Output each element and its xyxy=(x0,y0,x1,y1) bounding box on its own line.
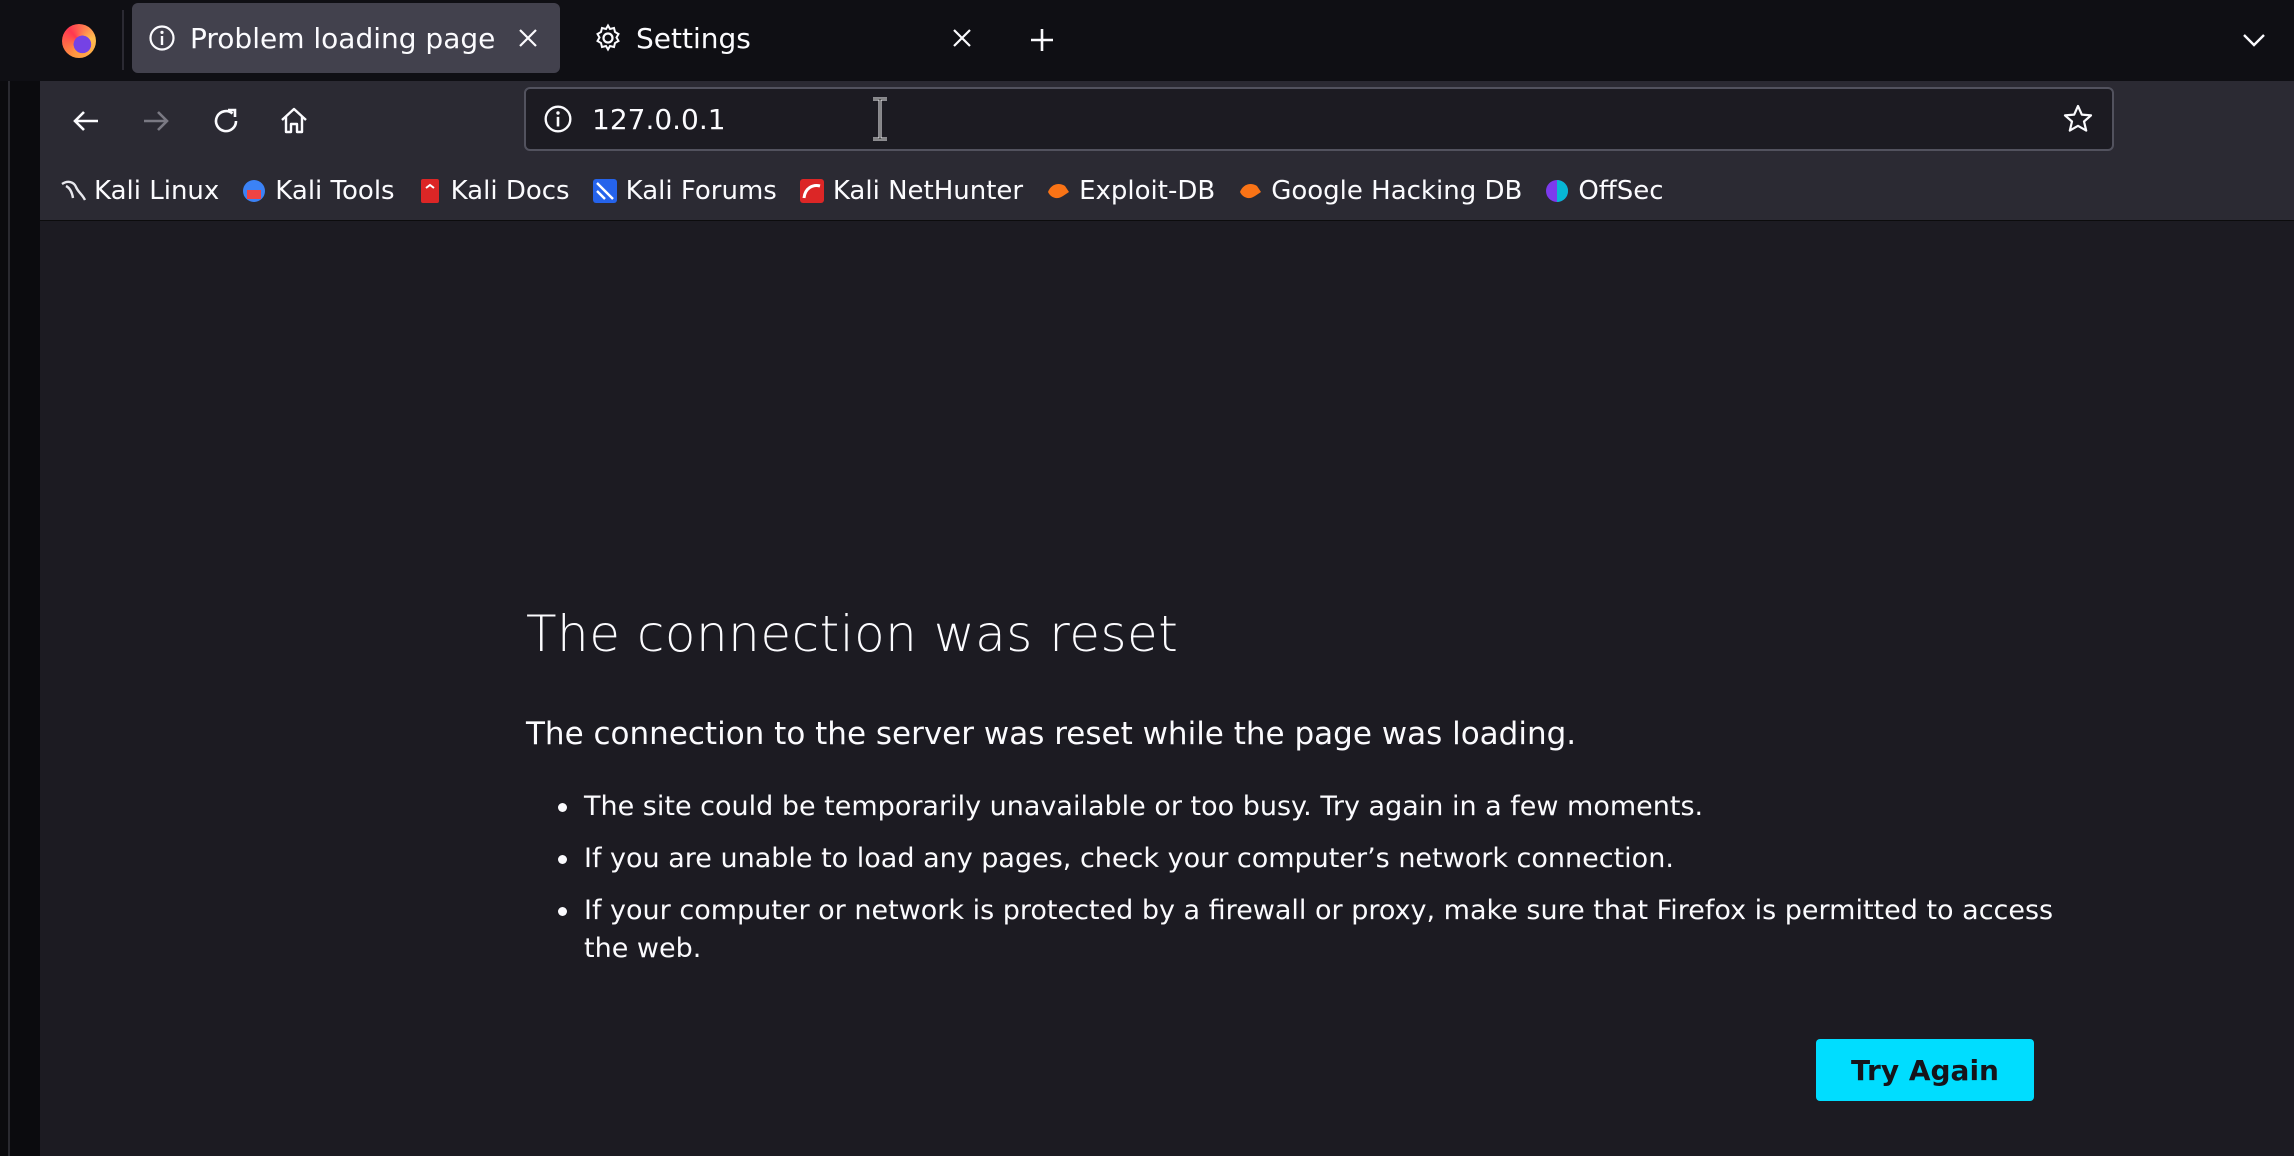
bookmark-label: OffSec xyxy=(1578,175,1664,206)
tab-label: Settings xyxy=(636,21,751,55)
list-item: If your computer or network is protected… xyxy=(526,892,2086,968)
info-icon xyxy=(146,22,178,54)
site-info-icon[interactable] xyxy=(540,101,576,137)
plus-icon xyxy=(1031,29,1053,51)
chevron-down-icon xyxy=(2243,34,2265,47)
url-bar[interactable]: 127.0.0.1 xyxy=(524,87,2114,151)
bookmarks-toolbar: Kali Linux Kali Tools Kali Docs Kali For… xyxy=(40,161,2294,221)
bookmark-kali-linux[interactable]: Kali Linux xyxy=(60,176,219,206)
bookmark-label: Kali Tools xyxy=(275,175,395,206)
bookmark-label: Kali NetHunter xyxy=(832,175,1024,206)
gear-icon xyxy=(592,22,624,54)
list-item: The site could be temporarily unavailabl… xyxy=(526,788,2086,826)
kali-tools-icon xyxy=(241,178,267,204)
bookmark-label: Exploit-DB xyxy=(1079,175,1216,206)
new-tab-button[interactable] xyxy=(1020,18,1064,62)
bookmark-label: Kali Forums xyxy=(625,175,777,206)
error-description: The connection to the server was reset w… xyxy=(526,716,1577,752)
navigation-toolbar: 127.0.0.1 xyxy=(40,81,2294,161)
bookmark-offsec[interactable]: OffSec xyxy=(1544,175,1664,206)
bookmark-kali-tools[interactable]: Kali Tools xyxy=(241,175,395,206)
url-text[interactable]: 127.0.0.1 xyxy=(592,103,2058,136)
text-cursor-icon xyxy=(873,97,887,141)
kali-dragon-icon xyxy=(60,178,86,204)
exploit-db-icon xyxy=(1045,178,1071,204)
firefox-logo-icon xyxy=(62,24,96,58)
bookmark-label: Kali Linux xyxy=(94,175,220,206)
kali-forums-icon xyxy=(592,178,618,204)
forward-button[interactable] xyxy=(132,97,180,145)
desktop-edge xyxy=(0,0,40,1156)
desktop-edge-divider xyxy=(8,0,10,1156)
tab-strip: Problem loading page Settings xyxy=(0,0,2294,81)
ghdb-icon xyxy=(1237,178,1263,204)
close-tab-icon[interactable] xyxy=(508,18,548,58)
kali-docs-icon xyxy=(417,178,443,204)
browser-window: Problem loading page Settings 127.0.0.1 … xyxy=(0,0,2294,1156)
arrow-right-icon xyxy=(144,111,169,131)
bookmark-kali-forums[interactable]: Kali Forums xyxy=(592,176,777,206)
close-tab-icon[interactable] xyxy=(942,18,982,58)
firefox-menu-button[interactable] xyxy=(56,18,102,64)
bookmark-label: Google Hacking DB xyxy=(1271,175,1523,206)
reload-button[interactable] xyxy=(202,97,250,145)
list-all-tabs-button[interactable] xyxy=(2232,18,2276,62)
tab-problem-loading-page[interactable]: Problem loading page xyxy=(132,3,560,73)
arrow-left-icon xyxy=(73,111,98,131)
tab-settings[interactable]: Settings xyxy=(578,3,994,73)
tab-divider xyxy=(122,10,124,70)
offsec-icon xyxy=(1544,178,1570,204)
nethunter-icon xyxy=(799,178,825,204)
bookmark-kali-nethunter[interactable]: Kali NetHunter xyxy=(799,176,1023,206)
home-button[interactable] xyxy=(270,97,318,145)
error-page: The connection was reset The connection … xyxy=(40,221,2294,1156)
error-title: The connection was reset xyxy=(526,605,1179,663)
back-button[interactable] xyxy=(62,97,110,145)
bookmark-exploit-db[interactable]: Exploit-DB xyxy=(1045,176,1215,206)
list-item: If you are unable to load any pages, che… xyxy=(526,840,2086,878)
reload-icon xyxy=(214,108,238,133)
home-icon xyxy=(281,107,307,134)
bookmark-star-icon[interactable] xyxy=(2058,99,2098,139)
bookmark-label: Kali Docs xyxy=(450,175,570,206)
try-again-button[interactable]: Try Again xyxy=(1816,1039,2034,1101)
bookmark-kali-docs[interactable]: Kali Docs xyxy=(417,176,570,206)
bookmark-google-hacking-db[interactable]: Google Hacking DB xyxy=(1237,176,1522,206)
tab-label: Problem loading page xyxy=(190,21,496,55)
error-suggestions-list: The site could be temporarily unavailabl… xyxy=(526,788,2086,982)
